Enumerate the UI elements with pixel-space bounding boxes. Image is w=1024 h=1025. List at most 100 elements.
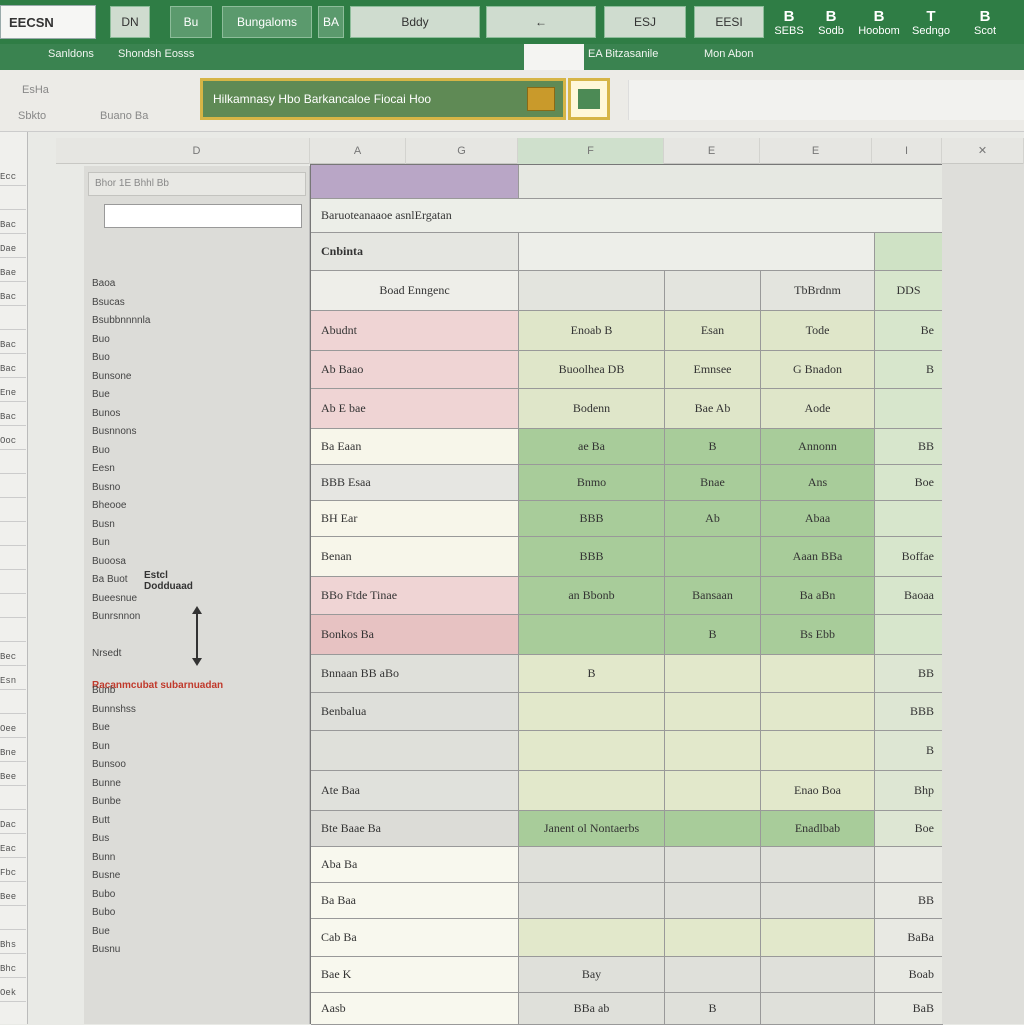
close-pane-icon[interactable]: ✕	[942, 138, 1024, 164]
grid-cell[interactable]: Esan	[665, 311, 761, 351]
toolbar-button-6[interactable]: ESJ	[604, 6, 686, 38]
row-header[interactable]: Bee	[0, 772, 26, 786]
row-header[interactable]: Bhc	[0, 964, 26, 978]
column-header[interactable]: E	[760, 138, 872, 164]
row-header[interactable]	[0, 916, 26, 930]
tab-3[interactable]: EA Bitzasanile	[588, 48, 658, 68]
grid-cell[interactable]: Aasb	[311, 993, 519, 1025]
ribbon-icon-1[interactable]: B SEBS	[766, 8, 812, 42]
grid-cell[interactable]: B	[875, 351, 943, 389]
panel-list-item[interactable]: Busno	[84, 482, 310, 498]
grid-cell[interactable]: BB	[875, 883, 943, 919]
row-header[interactable]	[0, 700, 26, 714]
grid-cell[interactable]: Bansaan	[665, 577, 761, 615]
grid-cell[interactable]	[519, 693, 665, 731]
grid-cell[interactable]	[665, 957, 761, 993]
row-header[interactable]	[0, 508, 26, 522]
panel-list-item[interactable]: Bunos	[84, 408, 310, 424]
header-blank-cell[interactable]	[519, 165, 943, 199]
grid-cell[interactable]: BB	[875, 655, 943, 693]
panel-list-item[interactable]: Buo	[84, 445, 310, 461]
grid-cell[interactable]: an Bbonb	[519, 577, 665, 615]
panel-list-item[interactable]: Busnnons	[84, 426, 310, 442]
panel-list-item[interactable]	[84, 630, 310, 646]
grid-cell[interactable]: Buoolhea DB	[519, 351, 665, 389]
grid-cell[interactable]: Bnmo	[519, 465, 665, 501]
panel-list-item[interactable]: Baoa	[84, 278, 310, 294]
grid-cell[interactable]: Ab E bae	[311, 389, 519, 429]
panel-list-item[interactable]: Bubo	[84, 889, 310, 905]
grid-cell[interactable]: BH Ear	[311, 501, 519, 537]
grid-cell[interactable]: Aaan BBa	[761, 537, 875, 577]
panel-list-item[interactable]: Busn	[84, 519, 310, 535]
grid-cell[interactable]	[665, 271, 761, 311]
grid-cell[interactable]	[665, 655, 761, 693]
row-header[interactable]: Dac	[0, 820, 26, 834]
panel-list-item[interactable]: Bue	[84, 722, 310, 738]
tab-2[interactable]: Shondsh Eosss	[118, 48, 194, 68]
panel-list-item[interactable]: Eesn	[84, 463, 310, 479]
column-header[interactable]: A	[310, 138, 406, 164]
panel-list-item[interactable]: Bheooe	[84, 500, 310, 516]
tab-1[interactable]: Sanldons	[48, 48, 94, 68]
grid-cell[interactable]: B	[875, 731, 943, 771]
grid-cell[interactable]: Aba Ba	[311, 847, 519, 883]
grid-title-cell[interactable]: Baruoteanaaoe asnlErgatan	[311, 199, 943, 233]
section-label-cell[interactable]: Cnbinta	[311, 233, 519, 271]
row-header[interactable]: Bac	[0, 220, 26, 234]
ribbon-label-1[interactable]: EsHa	[22, 84, 49, 96]
grid-cell[interactable]: TbBrdnm	[761, 271, 875, 311]
section-green-cell[interactable]	[875, 233, 943, 271]
panel-search-input[interactable]	[104, 204, 302, 228]
ribbon-icon-4[interactable]: T Sedngo	[908, 8, 954, 42]
toolbar-button-1[interactable]: DN	[110, 6, 150, 38]
grid-cell[interactable]: Ans	[761, 465, 875, 501]
grid-cell[interactable]: BBa ab	[519, 993, 665, 1025]
row-header[interactable]: Oek	[0, 988, 26, 1002]
row-header[interactable]	[0, 484, 26, 498]
grid-cell[interactable]	[311, 731, 519, 771]
grid-cell[interactable]: B	[665, 429, 761, 465]
grid-cell[interactable]: Annonn	[761, 429, 875, 465]
grid-cell[interactable]	[761, 847, 875, 883]
grid-cell[interactable]: DDS	[875, 271, 943, 311]
name-box[interactable]: EECSN	[0, 5, 96, 39]
row-header[interactable]	[0, 580, 26, 594]
section-blank-cell[interactable]	[519, 233, 875, 271]
toolbar-button-5[interactable]: Bddy	[350, 6, 480, 38]
grid-cell[interactable]	[519, 771, 665, 811]
tab-4[interactable]: Mon Abon	[704, 48, 754, 68]
grid-cell[interactable]: BaBa	[875, 919, 943, 957]
row-header[interactable]: Fbc	[0, 868, 26, 882]
grid-cell[interactable]: BBB	[875, 693, 943, 731]
column-header[interactable]: G	[406, 138, 518, 164]
grid-cell[interactable]	[761, 993, 875, 1025]
panel-list-item[interactable]: Bun	[84, 537, 310, 553]
grid-cell[interactable]: Ab Baao	[311, 351, 519, 389]
panel-list-item[interactable]: Bun	[84, 741, 310, 757]
row-header[interactable]: Bac	[0, 292, 26, 306]
grid-cell[interactable]	[519, 919, 665, 957]
grid-cell[interactable]: Bodenn	[519, 389, 665, 429]
grid-cell[interactable]: ae Ba	[519, 429, 665, 465]
column-header-selected[interactable]: F	[518, 138, 664, 164]
grid-cell[interactable]	[761, 693, 875, 731]
row-header[interactable]: Bac	[0, 340, 26, 354]
panel-list-item[interactable]: Buoosa	[84, 556, 310, 572]
grid-cell[interactable]: Abaa	[761, 501, 875, 537]
column-header[interactable]: D	[84, 138, 310, 164]
row-header[interactable]: Ecc	[0, 172, 26, 186]
row-header[interactable]: Bec	[0, 652, 26, 666]
panel-list-item[interactable]: Bunsone	[84, 371, 310, 387]
grid-cell[interactable]	[519, 883, 665, 919]
grid-cell[interactable]: Bte Baae Ba	[311, 811, 519, 847]
grid-cell[interactable]	[665, 919, 761, 957]
grid-cell[interactable]	[665, 883, 761, 919]
row-header[interactable]	[0, 556, 26, 570]
grid-cell[interactable]: Bnae	[665, 465, 761, 501]
row-header[interactable]: Oee	[0, 724, 26, 738]
row-header[interactable]	[0, 628, 26, 642]
function-icon[interactable]	[527, 87, 555, 111]
back-arrow-button[interactable]: ←	[486, 6, 596, 38]
grid-cell[interactable]: Emnsee	[665, 351, 761, 389]
